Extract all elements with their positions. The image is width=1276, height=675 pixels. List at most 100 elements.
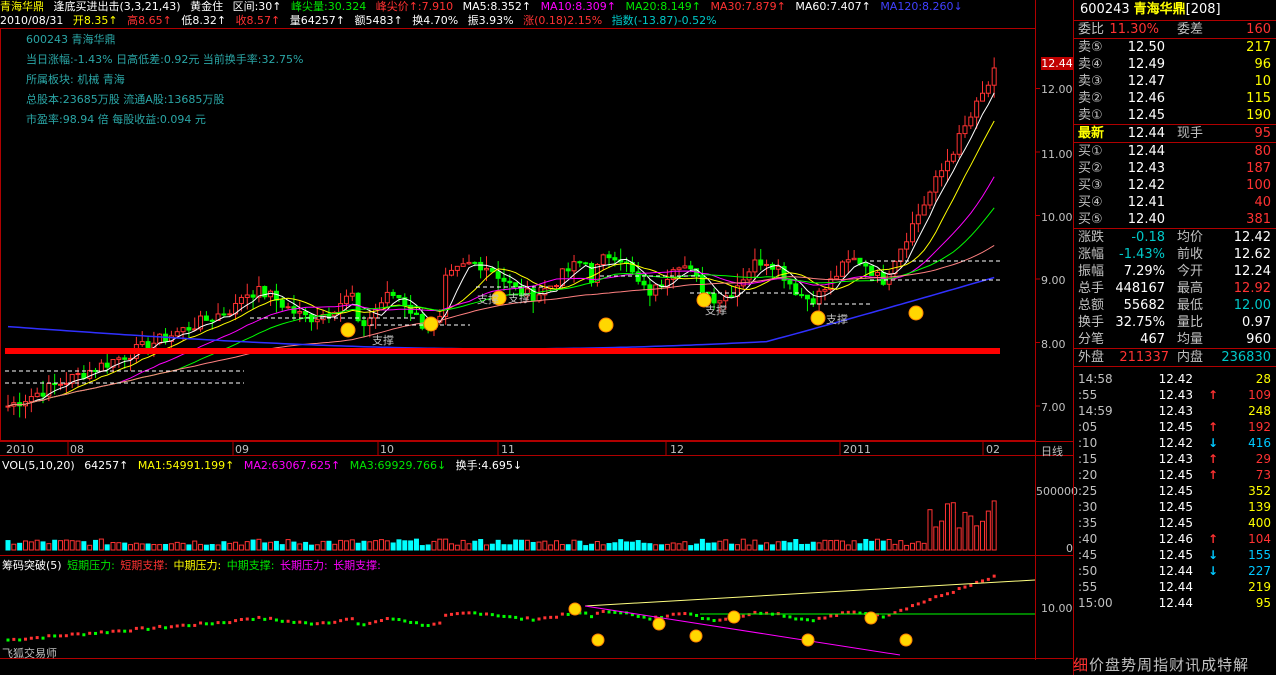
buy-row: 买③ 12.42 100 xyxy=(1074,177,1276,194)
stat-value-a: 55682 xyxy=(1123,298,1165,313)
stat-label-b: 量比 xyxy=(1177,315,1204,330)
candle xyxy=(495,271,501,279)
candle xyxy=(979,92,985,102)
buy-price: 12.41 xyxy=(1127,195,1165,210)
indicator-dot xyxy=(94,631,98,635)
index-change: 指数(-13.87)-0.52% xyxy=(611,14,717,27)
volume-bar xyxy=(600,544,606,551)
support-annotation-5: 支撑 xyxy=(826,313,848,326)
indicator-smiley-icon xyxy=(801,633,815,647)
buy-orders: 买① 12.44 80 买② 12.43 187 买③ 12.42 100 买④ 12.41 40 买⑤… xyxy=(1074,142,1276,228)
tick-volume: 155 xyxy=(1248,548,1271,562)
tick-list[interactable]: 14:58 12.42 28:55 12.43 ↑ 109 14:59 12.43 248:05… xyxy=(1074,367,1276,611)
volume-bar xyxy=(69,540,75,551)
stat-value-a: -1.43% xyxy=(1119,247,1165,262)
stock-name: 青海华鼎 xyxy=(0,0,44,13)
tick-price: 12.46 xyxy=(1158,532,1193,546)
stat-row: 振幅 7.29% 今开 12.24 xyxy=(1074,263,1276,280)
panel-tab[interactable]: 成 xyxy=(1201,656,1216,674)
candle xyxy=(343,295,349,305)
panel-tab[interactable]: 解 xyxy=(1233,656,1248,674)
info-code-name: 600243 青海华鼎 xyxy=(26,33,116,46)
candle xyxy=(874,271,880,276)
buy-price: 12.42 xyxy=(1127,178,1165,193)
weibi-label: 委比 xyxy=(1078,22,1105,37)
bar-change: 涨(0.18)2.15% xyxy=(523,14,603,27)
stat-label-a: 换手 xyxy=(1078,315,1105,330)
indicator-dot xyxy=(823,616,827,620)
vol-ma3: MA3:69929.766↓ xyxy=(349,459,447,472)
indicator-dot xyxy=(321,621,325,625)
outer-inner-row: 外盘 211337 内盘 236830 xyxy=(1074,348,1276,367)
quote-code: 600243 xyxy=(1080,2,1130,17)
volume-bar xyxy=(303,541,309,551)
panel-tab[interactable]: 指 xyxy=(1153,656,1168,674)
volume-bar xyxy=(822,539,828,551)
tick-time: :40 xyxy=(1078,532,1098,546)
indicator-dot xyxy=(117,629,121,633)
stat-value-a: 467 xyxy=(1140,332,1165,347)
ind-axis-10: 10.00 xyxy=(1041,602,1073,615)
volume-bar xyxy=(256,538,262,551)
volume-bar xyxy=(979,520,985,551)
candle xyxy=(186,327,192,331)
candle xyxy=(361,320,367,327)
volume-bar xyxy=(110,542,116,551)
volume-bar xyxy=(583,545,589,551)
volume-bar xyxy=(128,544,134,551)
volume-bar xyxy=(863,538,869,551)
buy-label: 买① xyxy=(1078,144,1103,159)
sell-label: 卖③ xyxy=(1078,74,1103,89)
indicator-dot xyxy=(245,617,249,621)
volume-bar xyxy=(34,539,40,551)
candle xyxy=(52,382,58,386)
indicator-dot xyxy=(239,617,243,621)
stat-label-b: 均量 xyxy=(1177,332,1204,347)
sell-row: 卖② 12.46 115 xyxy=(1074,90,1276,107)
volume-bar xyxy=(723,539,729,551)
panel-tab[interactable]: 盘 xyxy=(1105,656,1120,674)
indicator-dot xyxy=(945,592,949,596)
candle xyxy=(915,214,921,225)
panel-tab[interactable]: 财 xyxy=(1169,656,1184,674)
vol-ma1: MA1:54991.199↑ xyxy=(137,459,235,472)
volume-bar xyxy=(618,539,624,551)
candle xyxy=(577,261,583,264)
panel-tab[interactable]: 特 xyxy=(1217,656,1232,674)
candle xyxy=(285,306,291,309)
indicator-dot xyxy=(111,629,115,633)
panel-tab[interactable]: 价 xyxy=(1089,656,1104,674)
volume-bar xyxy=(122,542,128,551)
panel-tab[interactable]: 细 xyxy=(1073,656,1088,674)
stat-label-a: 振幅 xyxy=(1078,264,1105,279)
volume-bar xyxy=(338,539,344,551)
tick-volume: 248 xyxy=(1248,404,1271,418)
stat-label-a: 总额 xyxy=(1078,298,1105,313)
panel-tab[interactable]: 势 xyxy=(1121,656,1136,674)
candle xyxy=(933,176,939,193)
volume-bar xyxy=(880,540,886,551)
volume-bar xyxy=(758,544,764,551)
candle xyxy=(904,241,910,250)
interval-label: 区间:30↑ xyxy=(232,0,282,13)
indicator-dot xyxy=(549,615,553,619)
mid-pressure-line xyxy=(584,579,1036,607)
volume-bar xyxy=(262,542,268,551)
weibi-row: 委比 11.30% 委差 160 xyxy=(1074,21,1276,39)
candle xyxy=(472,261,478,264)
candle xyxy=(139,341,145,346)
indicator-dot xyxy=(222,621,226,625)
candle xyxy=(104,362,110,368)
panel-tab[interactable]: 周 xyxy=(1137,656,1152,674)
candle xyxy=(326,314,332,317)
volume-bar xyxy=(151,544,157,551)
period-label[interactable]: 日线 xyxy=(1041,443,1063,459)
panel-tab[interactable]: 讯 xyxy=(1185,656,1200,674)
volume-bar xyxy=(273,540,279,551)
indicator-dot xyxy=(444,613,448,617)
mid-pressure-label: 中期压力: xyxy=(173,559,222,572)
indicator-dot xyxy=(409,620,413,624)
volume-bar xyxy=(729,543,735,551)
long-support-label: 长期支撑: xyxy=(333,559,381,572)
indicator-dot xyxy=(356,622,360,626)
